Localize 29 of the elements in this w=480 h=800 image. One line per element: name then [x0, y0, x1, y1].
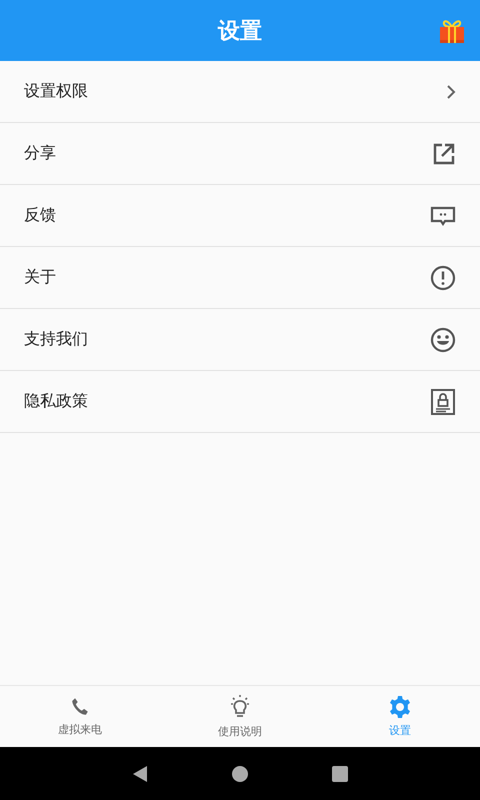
nav-tab[interactable]: 使用说明	[160, 686, 320, 747]
settings-item[interactable]: 反馈	[0, 185, 480, 247]
settings-item[interactable]: 关于	[0, 247, 480, 309]
item-label: 隐私政策	[24, 391, 88, 412]
item-label: 关于	[24, 267, 56, 288]
item-label: 支持我们	[24, 329, 88, 350]
nav-tab[interactable]: 虚拟来电	[0, 686, 160, 747]
recents-icon[interactable]	[331, 764, 349, 782]
tab-label: 虚拟来电	[58, 722, 102, 737]
exclamation-icon	[430, 264, 456, 290]
settings-icon	[388, 695, 412, 719]
settings-item[interactable]: 支持我们	[0, 309, 480, 371]
gift-icon[interactable]	[438, 18, 466, 44]
tab-label: 使用说明	[218, 724, 262, 739]
settings-item[interactable]: 设置权限	[0, 61, 480, 123]
message-icon	[430, 204, 456, 226]
item-label: 分享	[24, 143, 56, 164]
back-icon[interactable]	[131, 764, 149, 782]
share-icon	[432, 142, 456, 166]
smiley-icon	[430, 326, 456, 352]
item-label: 设置权限	[24, 81, 88, 102]
home-icon[interactable]	[231, 764, 249, 782]
page-title: 设置	[218, 18, 262, 46]
item-label: 反馈	[24, 205, 56, 226]
settings-item[interactable]: 分享	[0, 123, 480, 185]
settings-item[interactable]: 隐私政策	[0, 371, 480, 433]
chevron-icon	[446, 84, 456, 100]
tab-label: 设置	[389, 723, 411, 738]
lock-document-icon	[430, 388, 456, 416]
